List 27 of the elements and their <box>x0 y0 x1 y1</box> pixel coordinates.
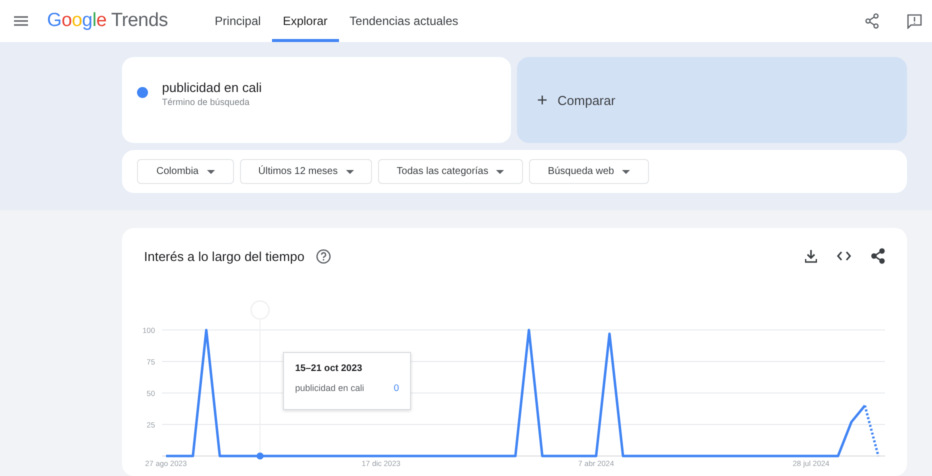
filter-dropdown[interactable]: Todas las categorías <box>378 159 523 184</box>
filter-dropdown[interactable]: Colombia <box>137 159 234 184</box>
share-icon[interactable] <box>865 13 879 29</box>
help-icon[interactable] <box>316 248 332 264</box>
search-term-card[interactable]: publicidad en cali Término de búsqueda <box>122 57 511 143</box>
dropdown-caret-icon <box>346 170 354 174</box>
hover-point <box>256 452 264 460</box>
compare-button[interactable]: + Comparar <box>517 57 907 143</box>
share-icon[interactable] <box>871 248 885 264</box>
dropdown-caret-icon <box>206 170 215 174</box>
filter-dropdown[interactable]: Búsqueda web <box>529 159 649 184</box>
nav-tab[interactable]: Principal <box>204 0 272 42</box>
embed-code-icon[interactable] <box>837 251 851 261</box>
dropdown-caret-icon <box>496 170 504 174</box>
feedback-icon[interactable] <box>907 14 922 28</box>
nav-tab[interactable]: Tendencias actuales <box>338 0 470 42</box>
dropdown-caret-icon <box>622 170 630 174</box>
download-icon[interactable] <box>805 250 817 262</box>
filter-dropdown[interactable]: Últimos 12 meses <box>240 159 372 184</box>
tooltip-term: publicidad en cali <box>295 383 364 394</box>
tooltip-date: 15–21 oct 2023 <box>295 363 364 374</box>
term-type-label: Término de búsqueda <box>162 97 251 107</box>
chart-title: Interés a lo largo del tiempo <box>144 248 304 264</box>
google-trends-logo[interactable]: Google Trends <box>47 10 168 32</box>
menu-icon[interactable] <box>14 16 28 26</box>
tooltip-value: 0 <box>394 383 400 394</box>
search-term: publicidad en cali <box>162 80 262 95</box>
